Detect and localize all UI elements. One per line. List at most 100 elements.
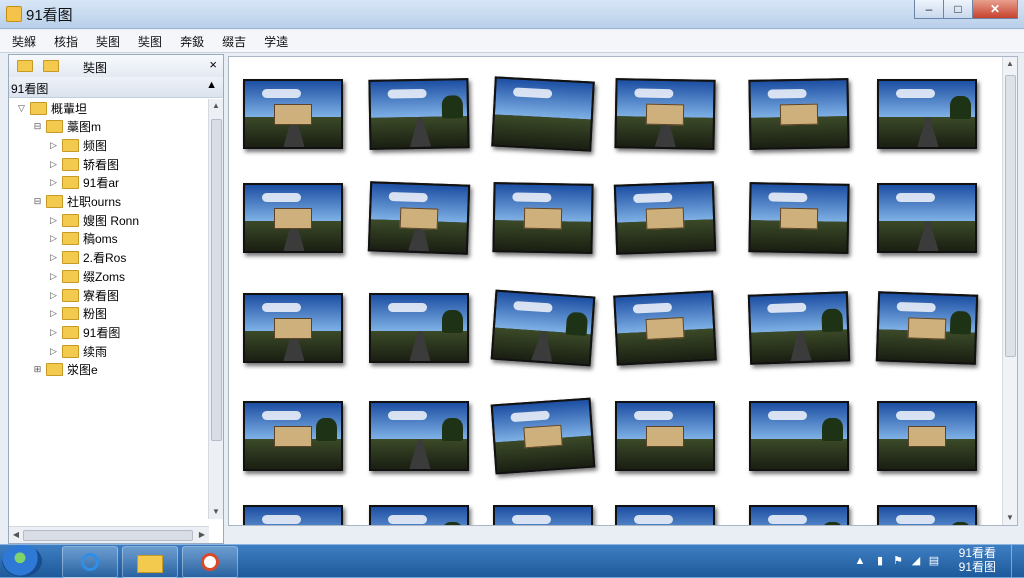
- menu-item-2[interactable]: 核指: [48, 33, 84, 50]
- menu-item-6[interactable]: 缀吉: [216, 33, 252, 50]
- action-center-flag-icon[interactable]: ⚑: [892, 555, 904, 567]
- collapse-icon[interactable]: ▲: [206, 79, 217, 91]
- tree-item[interactable]: ▷ 续雨: [49, 342, 107, 360]
- photo-thumbnail[interactable]: [491, 76, 595, 152]
- taskbar-explorer-button[interactable]: [122, 546, 178, 578]
- scroll-right-icon[interactable]: ▶: [195, 528, 209, 542]
- menu-item-1[interactable]: 奘緥: [6, 33, 42, 50]
- expander-icon[interactable]: ▷: [49, 290, 58, 300]
- photo-thumbnail[interactable]: [367, 181, 471, 255]
- expander-icon[interactable]: ▷: [49, 178, 58, 187]
- expander-icon[interactable]: ⊟: [33, 122, 42, 131]
- tree-item[interactable]: ▷ 嫂图 Ronn: [49, 211, 139, 229]
- photo-thumbnail[interactable]: [369, 505, 469, 525]
- tree-item[interactable]: ▷ 稿oms: [49, 230, 118, 248]
- scroll-up-icon[interactable]: ▲: [209, 99, 223, 113]
- photo-thumbnail[interactable]: [613, 181, 717, 255]
- expander-icon[interactable]: ▷: [49, 215, 58, 225]
- tree-item[interactable]: ▷ 频图: [49, 136, 107, 154]
- minimize-button[interactable]: –: [914, 0, 944, 19]
- photo-thumbnail[interactable]: [243, 293, 343, 363]
- tree-item[interactable]: ⊟ 藁图m: [33, 118, 101, 136]
- photo-thumbnail[interactable]: [615, 505, 715, 525]
- menu-item-5[interactable]: 奔鈒: [174, 33, 210, 50]
- photo-thumbnail[interactable]: [613, 290, 717, 366]
- photo-thumbnail[interactable]: [490, 397, 596, 475]
- gallery-scroll-down-icon[interactable]: ▼: [1003, 511, 1017, 525]
- tray-arrow-icon[interactable]: ▲: [854, 555, 866, 567]
- photo-thumbnail[interactable]: [875, 291, 979, 365]
- expander-icon[interactable]: ▷: [49, 327, 58, 337]
- expander-icon[interactable]: ▷: [49, 309, 58, 318]
- photo-thumbnail[interactable]: [368, 78, 470, 150]
- photo-thumbnail[interactable]: [748, 78, 850, 150]
- network-icon[interactable]: ▮: [874, 555, 886, 567]
- tree-item[interactable]: ⊞ 泶图e: [33, 361, 98, 379]
- expander-icon[interactable]: ▷: [49, 346, 58, 356]
- photo-thumbnail[interactable]: [369, 401, 469, 471]
- sidebar-vertical-scrollbar[interactable]: ▲ ▼: [208, 99, 223, 519]
- photo-thumbnail[interactable]: [749, 401, 849, 471]
- tree-item[interactable]: ▷ 寮看图: [49, 286, 119, 304]
- photo-thumbnail[interactable]: [369, 293, 469, 363]
- photo-thumbnail[interactable]: [243, 79, 343, 149]
- start-orb-icon[interactable]: [2, 545, 42, 577]
- tree-item[interactable]: ▷ 91看图: [49, 323, 120, 341]
- photo-thumbnail[interactable]: [490, 289, 596, 367]
- expander-icon[interactable]: ⊞: [33, 365, 42, 374]
- clock[interactable]: 91看看 91看图: [959, 546, 996, 574]
- taskbar-viewer-button[interactable]: [182, 546, 238, 578]
- gallery-scroll-thumb[interactable]: [1005, 75, 1016, 357]
- hscroll-thumb[interactable]: [23, 530, 193, 541]
- photo-thumbnail[interactable]: [492, 182, 594, 254]
- photo-thumbnail[interactable]: [749, 505, 849, 525]
- photo-thumbnail[interactable]: [243, 401, 343, 471]
- expander-icon[interactable]: ▷: [49, 159, 58, 169]
- expander-icon[interactable]: ▷: [49, 271, 58, 281]
- tree-item[interactable]: ▷ 轿看图: [49, 155, 119, 173]
- photo-thumbnail[interactable]: [243, 505, 343, 525]
- gallery-scroll-up-icon[interactable]: ▲: [1003, 57, 1017, 71]
- gallery-scrollbar[interactable]: ▲ ▼: [1002, 57, 1017, 525]
- expander-icon[interactable]: ▷: [49, 140, 58, 150]
- scroll-down-icon[interactable]: ▼: [209, 505, 223, 519]
- sidebar-header[interactable]: 91看图 ▲: [9, 77, 223, 98]
- photo-thumbnail[interactable]: [243, 183, 343, 253]
- close-button[interactable]: ✕: [972, 0, 1018, 19]
- expander-icon[interactable]: ⊟: [33, 197, 42, 206]
- title-bar[interactable]: 91看图 – □ ✕: [0, 0, 1024, 29]
- photo-thumbnail[interactable]: [747, 291, 851, 365]
- tree-item[interactable]: ▷ 2.看Ros: [49, 249, 126, 267]
- menu-item-4[interactable]: 奘图: [132, 33, 168, 50]
- taskbar-ie-button[interactable]: [62, 546, 118, 578]
- expander-icon[interactable]: ▷: [49, 234, 58, 243]
- expander-icon[interactable]: ▽: [17, 103, 26, 113]
- tree-item-label: 泶图e: [67, 363, 98, 378]
- scroll-thumb[interactable]: [211, 119, 222, 441]
- scroll-left-icon[interactable]: ◀: [9, 528, 23, 542]
- photo-thumbnail[interactable]: [877, 505, 977, 525]
- maximize-button[interactable]: □: [943, 0, 973, 19]
- tree-item[interactable]: ▷ 91看ar: [49, 174, 119, 192]
- photo-thumbnail[interactable]: [877, 79, 977, 149]
- menu-item-7[interactable]: 学逵: [258, 33, 294, 50]
- folder-icon[interactable]: [17, 60, 33, 72]
- volume-icon[interactable]: ◢: [910, 555, 922, 567]
- expander-icon[interactable]: ▷: [49, 253, 58, 262]
- tree-item[interactable]: ▽ 概輩坦: [17, 99, 87, 117]
- signal-icon[interactable]: ▤: [928, 555, 940, 567]
- photo-thumbnail[interactable]: [877, 183, 977, 253]
- photo-thumbnail[interactable]: [748, 182, 850, 254]
- folder-up-icon[interactable]: [43, 60, 59, 72]
- photo-thumbnail[interactable]: [493, 505, 593, 525]
- sidebar-close-icon[interactable]: ×: [209, 57, 217, 72]
- photo-thumbnail[interactable]: [614, 78, 716, 150]
- tree-item[interactable]: ▷ 缀Zoms: [49, 267, 125, 285]
- show-desktop-button[interactable]: [1011, 545, 1024, 577]
- tree-item[interactable]: ▷ 粉图: [49, 305, 107, 323]
- menu-item-3[interactable]: 奘图: [90, 33, 126, 50]
- sidebar-horizontal-scrollbar[interactable]: ◀ ▶: [9, 526, 209, 543]
- photo-thumbnail[interactable]: [615, 401, 715, 471]
- tree-item[interactable]: ⊟ 社职ourns: [33, 193, 121, 211]
- photo-thumbnail[interactable]: [877, 401, 977, 471]
